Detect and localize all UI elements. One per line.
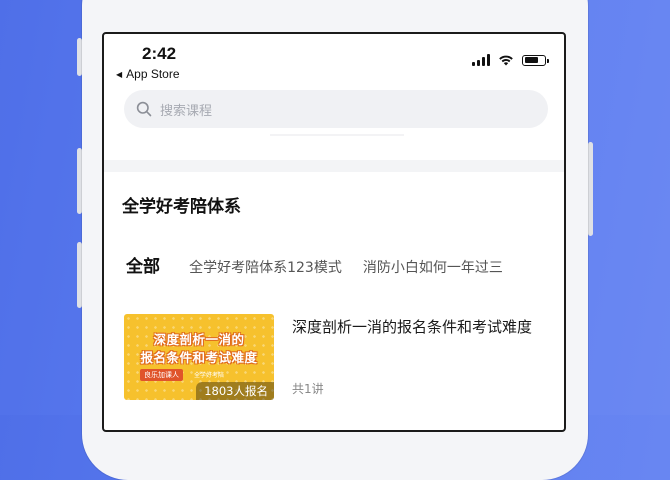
thumbnail-tag: 良乐加课人 [140, 369, 183, 381]
power-button [588, 142, 593, 236]
thumbnail-title-line1: 深度剖析一消的 [153, 332, 245, 347]
status-icons [472, 54, 549, 66]
tab-system-123[interactable]: 全学好考陪体系123模式 [189, 257, 342, 277]
back-arrow-icon: ◀ [116, 70, 123, 79]
course-thumbnail[interactable]: 深度剖析一消的 报名条件和考试难度 良乐加课人 全学好考陪 1803人报名 [124, 314, 274, 400]
section-separator [104, 160, 564, 172]
category-tabs: 全部 全学好考陪体系123模式 消防小白如何一年过三 [124, 252, 519, 282]
course-list-item[interactable]: 深度剖析一消的 报名条件和考试难度 良乐加课人 全学好考陪 1803人报名 深度… [124, 314, 554, 400]
back-app-label: App Store [126, 67, 180, 81]
search-placeholder: 搜索课程 [160, 103, 213, 119]
section-title: 全学好考陪体系 [122, 197, 241, 217]
tab-beginner-guide[interactable]: 消防小白如何一年过三 [363, 257, 503, 277]
search-input[interactable]: 搜索课程 [124, 90, 548, 128]
battery-icon [522, 54, 549, 66]
thumbnail-subtext: 全学好考陪 [194, 372, 225, 379]
cellular-signal-icon [472, 54, 490, 66]
phone-screen: 2:42 ◀ App Store 搜索课程 全学好考陪体系 全部 全学好考陪体系1… [102, 32, 566, 432]
status-bar: 2:42 ◀ App Store [104, 34, 564, 84]
tab-all[interactable]: 全部 [124, 252, 170, 277]
course-title[interactable]: 深度剖析一消的报名条件和考试难度 [292, 316, 552, 338]
tab-label: 全部 [126, 257, 160, 277]
enroll-count-badge: 1803人报名 [196, 382, 274, 400]
divider [270, 134, 404, 136]
search-icon [136, 101, 152, 117]
back-to-app-store-link[interactable]: ◀ App Store [116, 67, 180, 81]
lesson-count: 共1讲 [292, 382, 324, 396]
wifi-icon [499, 55, 513, 66]
status-time: 2:42 [142, 44, 177, 63]
thumbnail-title-line2: 报名条件和考试难度 [140, 350, 258, 365]
